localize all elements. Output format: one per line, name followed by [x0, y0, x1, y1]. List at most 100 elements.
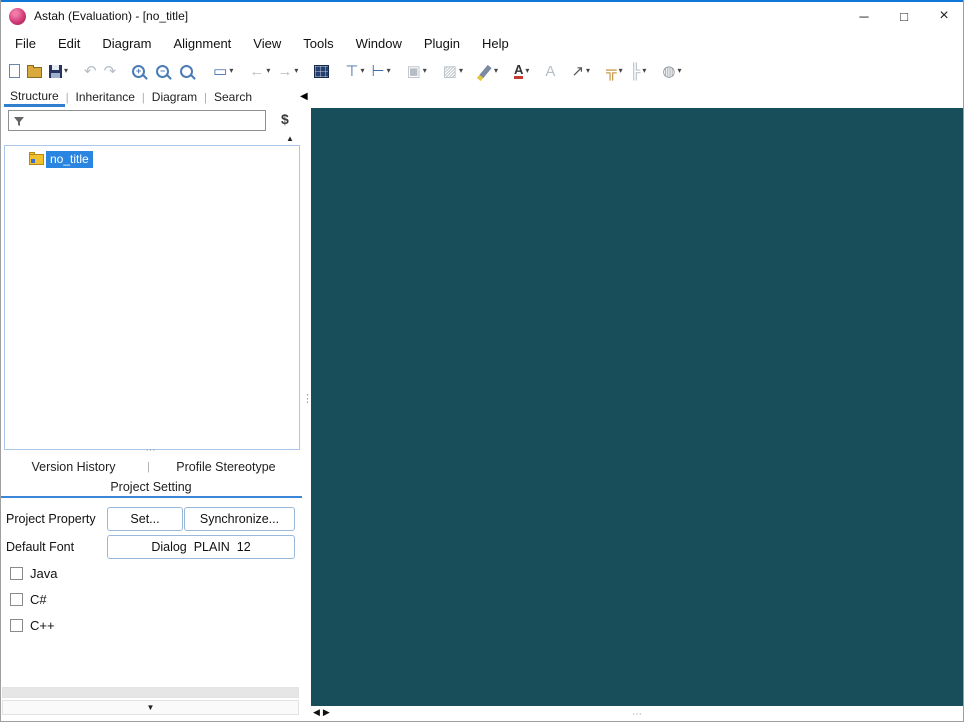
java-checkbox[interactable] — [10, 567, 23, 580]
panel-horizontal-scrollbar[interactable] — [2, 687, 299, 698]
align-left-button[interactable]: ⊢ ▾ — [369, 59, 394, 83]
zoom-out-button[interactable]: − — [153, 59, 176, 83]
align-top-button[interactable]: ⊤ ▾ — [342, 59, 367, 83]
font-button[interactable]: A — [542, 59, 558, 83]
csharp-checkbox-label: C# — [30, 592, 47, 607]
menu-help[interactable]: Help — [471, 33, 520, 54]
panel-collapse-left-icon[interactable]: ◀ — [300, 92, 308, 102]
undo-icon: ↶ — [84, 62, 97, 80]
redo-button[interactable]: ↷ — [101, 59, 120, 83]
lower-tabs-row1: Version History | Profile Stereotype — [0, 457, 302, 477]
tab-diagram[interactable]: Diagram — [146, 88, 203, 107]
checkbox-row-java[interactable]: Java — [10, 566, 57, 581]
tab-search[interactable]: Search — [208, 88, 258, 107]
view-frame-button[interactable]: ▭ ▾ — [210, 59, 236, 83]
zoom-out-sign: − — [160, 65, 166, 76]
chevron-down-icon[interactable]: ▾ — [525, 67, 529, 75]
tab-structure[interactable]: Structure — [4, 87, 65, 107]
chevron-down-icon[interactable]: ▾ — [360, 67, 364, 75]
filter-refresh-icon[interactable]: $ — [281, 111, 289, 127]
redo-icon: ↷ — [103, 62, 117, 80]
model-view-tabs: Structure | Inheritance | Diagram | Sear… — [0, 86, 300, 107]
menu-view[interactable]: View — [242, 33, 292, 54]
zoom-in-sign: + — [136, 65, 142, 76]
font-color-button[interactable]: A ▾ — [511, 59, 532, 83]
font-icon: A — [545, 62, 556, 80]
new-file-button[interactable] — [6, 59, 23, 83]
minimize-button[interactable]: ─ — [844, 2, 884, 30]
close-button[interactable]: × — [924, 2, 964, 30]
cpp-checkbox[interactable] — [10, 619, 23, 632]
chevron-down-icon[interactable]: ▾ — [229, 67, 233, 75]
zoom-out-icon: − — [156, 64, 170, 78]
tree-layout-horizontal-button[interactable]: ╠ ▾ — [627, 59, 650, 83]
chevron-down-icon[interactable]: ▾ — [459, 67, 463, 75]
checkbox-row-csharp[interactable]: C# — [10, 592, 47, 607]
tree-splitter-handle[interactable]: ⋯ — [0, 446, 302, 456]
menu-diagram[interactable]: Diagram — [91, 33, 162, 54]
zoom-reset-icon — [180, 64, 194, 78]
tree-layout-horizontal-icon: ╠ — [629, 62, 641, 80]
csharp-checkbox[interactable] — [10, 593, 23, 606]
fill-color-button[interactable]: ▨ ▾ — [440, 59, 466, 83]
window-controls: ─ □ × — [844, 2, 964, 30]
menu-window[interactable]: Window — [345, 33, 413, 54]
set-button[interactable]: Set... — [107, 507, 183, 531]
zoom-in-button[interactable]: + — [129, 59, 152, 83]
map-overview-button[interactable] — [311, 59, 332, 83]
chevron-down-icon[interactable]: ▾ — [494, 67, 498, 75]
filter-input[interactable] — [29, 112, 265, 129]
tab-profile-stereotype[interactable]: Profile Stereotype — [150, 460, 302, 474]
layer-order-button[interactable]: ▣ ▾ — [404, 59, 430, 83]
menu-tools[interactable]: Tools — [292, 33, 344, 54]
highlighter-icon — [479, 64, 492, 78]
synchronize-button[interactable]: Synchronize... — [184, 507, 295, 531]
menu-plugin[interactable]: Plugin — [413, 33, 471, 54]
font-color-icon: A — [514, 62, 524, 80]
tab-version-history[interactable]: Version History — [0, 460, 147, 474]
bottom-splitter-handle[interactable]: ⋯ — [311, 710, 964, 720]
tab-project-setting[interactable]: Project Setting — [0, 477, 302, 498]
globe-button[interactable]: ◍ ▾ — [659, 59, 684, 83]
undo-button[interactable]: ↶ — [81, 59, 100, 83]
open-project-button[interactable] — [24, 59, 45, 83]
chevron-down-icon[interactable]: ▾ — [677, 67, 681, 75]
filter-collapse-up-icon[interactable]: ▲ — [286, 135, 294, 143]
default-font-button[interactable]: Dialog PLAIN 12 — [107, 535, 295, 559]
menu-edit[interactable]: Edit — [47, 33, 91, 54]
chevron-down-icon[interactable]: ▾ — [266, 67, 270, 75]
maximize-button[interactable]: □ — [884, 2, 924, 30]
chevron-down-icon[interactable]: ▾ — [619, 67, 623, 75]
tree-item-no-title[interactable]: no_title — [46, 150, 93, 168]
scrollbar-thumb[interactable] — [3, 688, 298, 697]
checkbox-row-cpp[interactable]: C++ — [10, 618, 55, 633]
new-file-icon — [9, 64, 20, 78]
save-button[interactable]: ▾ — [46, 59, 71, 83]
highlighter-button[interactable]: ▾ — [476, 59, 501, 83]
chevron-down-icon[interactable]: ▾ — [586, 67, 590, 75]
diagram-canvas[interactable] — [311, 108, 964, 706]
map-overview-icon — [314, 64, 330, 78]
back-button[interactable]: ← ▾ — [246, 59, 273, 83]
chevron-down-icon[interactable]: ▾ — [423, 67, 427, 75]
tree-filter-field[interactable] — [8, 110, 266, 131]
chevron-down-icon[interactable]: ▾ — [387, 67, 391, 75]
zoom-reset-button[interactable] — [177, 59, 200, 83]
line-style-button[interactable]: ↗ ▾ — [568, 59, 593, 83]
open-folder-icon — [27, 64, 42, 78]
tree-row[interactable]: no_title — [29, 150, 299, 168]
tree-layout-vertical-button[interactable]: ╦ ▾ — [603, 59, 626, 83]
panel-collapse-button[interactable]: ▼ — [2, 700, 299, 715]
chevron-down-icon[interactable]: ▾ — [294, 67, 298, 75]
tab-inheritance[interactable]: Inheritance — [70, 88, 141, 107]
structure-tree[interactable]: no_title — [4, 145, 300, 450]
menu-alignment[interactable]: Alignment — [162, 33, 242, 54]
java-checkbox-label: Java — [30, 566, 58, 581]
forward-icon: → — [277, 62, 293, 80]
chevron-down-icon[interactable]: ▾ — [642, 67, 646, 75]
collapse-down-icon: ▼ — [146, 702, 155, 712]
menu-file[interactable]: File — [4, 33, 47, 54]
chevron-down-icon[interactable]: ▾ — [64, 67, 68, 75]
forward-button[interactable]: → ▾ — [274, 59, 301, 83]
cpp-checkbox-label: C++ — [30, 618, 55, 633]
